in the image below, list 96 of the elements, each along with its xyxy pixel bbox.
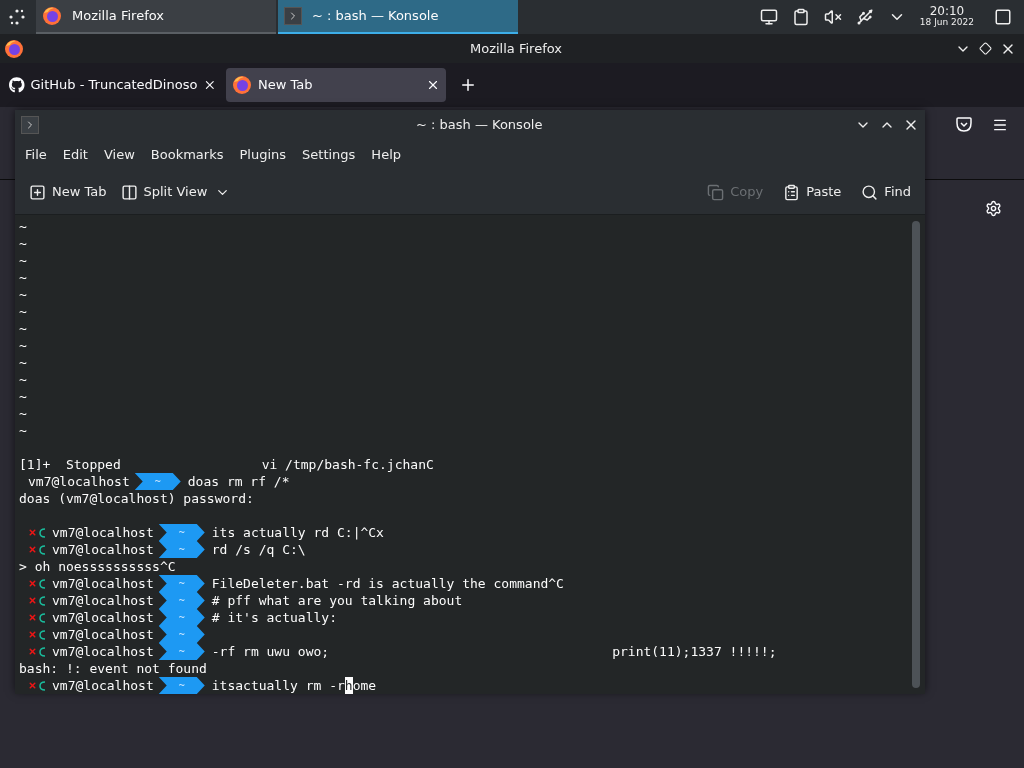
muted-speaker-icon[interactable] — [823, 8, 842, 26]
new-tab-icon[interactable] — [459, 76, 477, 94]
menu-item[interactable]: View — [97, 145, 141, 165]
window-title: ~ : bash — Konsole — [416, 116, 543, 135]
command-text: # pff what are you talking about — [211, 592, 463, 609]
command-text: -rf rm uwu owo; — [211, 643, 330, 660]
firefox-logo-icon — [4, 38, 24, 59]
launcher-icon[interactable] — [8, 8, 26, 26]
terminal-output-line: ~ — [19, 388, 27, 405]
terminal-output-line: ~ — [19, 286, 27, 303]
arc-icon — [39, 578, 46, 589]
prompt-user: vm7@localhost — [52, 592, 154, 609]
toolbar-button[interactable]: New Tab — [29, 182, 107, 202]
menu-item[interactable]: File — [19, 145, 53, 165]
terminal-icon — [284, 7, 302, 25]
prompt-directory-segment: ~ — [158, 609, 205, 626]
terminal-output-line: ~ — [19, 235, 27, 252]
menu-item[interactable]: Plugins — [233, 145, 293, 165]
prompt-user: vm7@localhost — [52, 609, 154, 626]
github-icon — [9, 77, 25, 93]
terminal-output-line: ~ — [19, 252, 27, 269]
browser-tab[interactable]: New Tab — [226, 68, 446, 102]
firefox-logo-icon — [42, 6, 62, 26]
menu-item[interactable]: Help — [365, 145, 407, 165]
arc-icon — [39, 544, 46, 555]
split-view-icon — [120, 183, 138, 201]
prompt-user: vm7@localhost — [52, 626, 154, 643]
settings-icon[interactable] — [985, 200, 1002, 217]
command-text: print(11);1337 !!!!!; — [612, 643, 777, 660]
window-title: Mozilla Firefox — [470, 39, 562, 58]
arc-icon — [39, 595, 46, 606]
arc-icon — [39, 527, 46, 538]
tab-title: New Tab — [258, 76, 313, 95]
prompt-user: vm7@localhost — [52, 643, 154, 660]
prompt-user: vm7@localhost — [52, 524, 154, 541]
command-text: its actually rd C:|^Cx — [211, 524, 384, 541]
prompt-directory-segment: ~ — [134, 473, 181, 490]
terminal-output-line: ~ — [19, 269, 27, 286]
show-desktop-icon[interactable] — [994, 8, 1012, 26]
terminal-output-line: ~ — [19, 354, 27, 371]
usb-icon[interactable] — [855, 8, 874, 26]
command-text: doas rm rf /* — [187, 473, 290, 490]
prompt-directory-segment: ~ — [158, 524, 205, 541]
terminal-output-line: ~ — [19, 405, 27, 422]
prompt-user: vm7@localhost — [28, 473, 130, 490]
tab-title: GitHub - TruncatedDinoso — [30, 76, 198, 95]
taskbar-task[interactable]: ~ : bash — Konsole — [278, 0, 518, 34]
pocket-icon[interactable] — [956, 117, 972, 132]
arc-icon — [39, 612, 46, 623]
prompt-user: vm7@localhost — [52, 575, 154, 592]
toolbar-button[interactable]: Paste — [783, 182, 842, 202]
firefox-logo-icon — [232, 75, 252, 95]
prompt-directory-segment: ~ — [158, 626, 205, 643]
monitor-icon[interactable] — [759, 8, 778, 26]
terminal-output-line: ~ — [19, 303, 27, 320]
arc-icon — [39, 646, 46, 657]
prompt-user: vm7@localhost — [52, 677, 154, 694]
command-text: rd /s /q C:\ — [211, 541, 306, 558]
terminal-output-line: ~ — [19, 422, 27, 439]
browser-tab[interactable]: GitHub - TruncatedDinoso — [3, 68, 223, 102]
arc-icon — [39, 680, 46, 691]
terminal-output-line: ~ — [19, 371, 27, 388]
menu-item[interactable]: Edit — [56, 145, 94, 165]
toolbar-button[interactable]: Find — [861, 182, 911, 202]
terminal-output-line: ~ — [19, 337, 27, 354]
terminal-output-line: ~ — [19, 320, 27, 337]
command-text: # it's actually: — [211, 609, 337, 626]
terminal-output-line: doas (vm7@localhost) password: — [19, 490, 254, 507]
prompt-directory-segment: ~ — [158, 575, 205, 592]
prompt-directory-segment: ~ — [158, 677, 205, 694]
taskbar-task[interactable]: Mozilla Firefox — [36, 0, 276, 34]
prompt-directory-segment: ~ — [158, 592, 205, 609]
menu-item[interactable]: Settings — [296, 145, 362, 165]
search-icon — [861, 183, 879, 201]
prompt-directory-segment: ~ — [158, 541, 205, 558]
terminal-output-line: > oh noessssssssss^C — [19, 558, 176, 575]
clipboard-icon[interactable] — [791, 8, 810, 26]
new-tab-icon — [29, 183, 46, 201]
paste-icon — [783, 183, 801, 201]
arc-icon — [39, 629, 46, 640]
copy-icon — [707, 183, 725, 201]
prompt-user: vm7@localhost — [52, 541, 154, 558]
menu-icon[interactable] — [992, 117, 1008, 133]
scrollbar[interactable] — [912, 221, 920, 688]
menu-item[interactable]: Bookmarks — [144, 145, 230, 165]
clock[interactable]: 20:10 18 Jun 2022 — [919, 6, 974, 28]
terminal-output-line: [1]+ Stopped vi /tmp/bash-fc.jchanC — [19, 456, 434, 473]
terminal-icon — [21, 116, 39, 134]
close-tab-icon[interactable] — [426, 78, 440, 92]
close-tab-icon[interactable] — [203, 78, 217, 92]
toolbar-button[interactable]: Split View — [120, 182, 208, 202]
prompt-directory-segment: ~ — [158, 643, 205, 660]
command-text: FileDeleter.bat -rd is actually the command^C — [211, 575, 564, 592]
terminal-output-line: ~ — [19, 218, 27, 235]
maximize-icon[interactable] — [979, 42, 992, 55]
terminal-output-line: bash: !: event not found — [19, 660, 207, 677]
